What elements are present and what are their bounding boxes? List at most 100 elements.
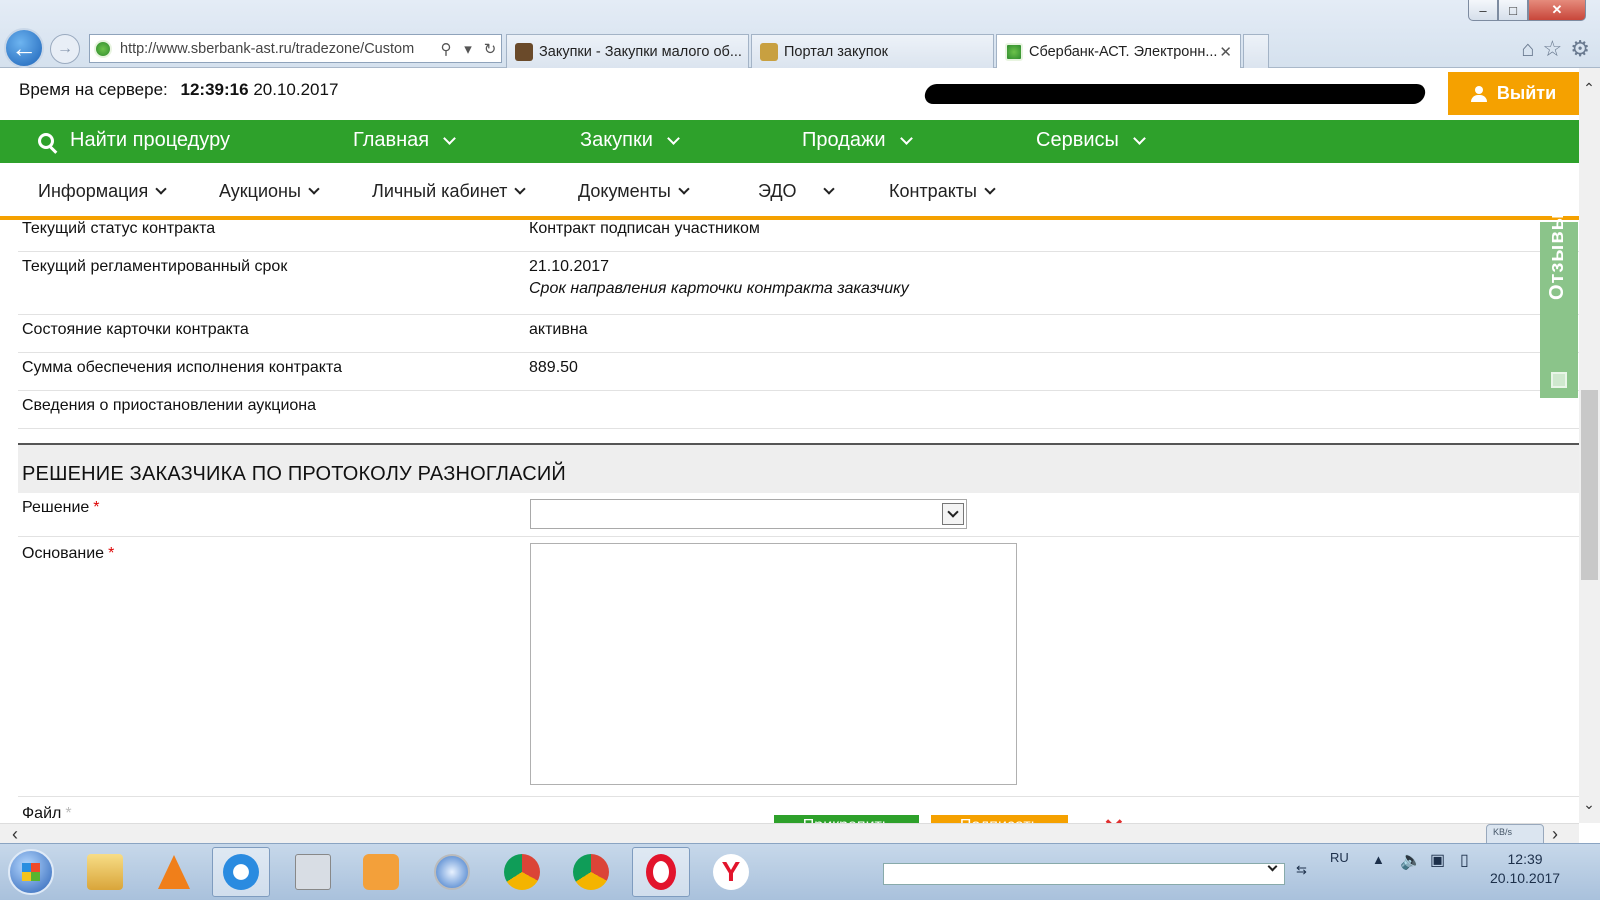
detail-value: 21.10.2017 <box>529 258 610 275</box>
forward-button[interactable]: → <box>50 34 80 64</box>
chevron-down-icon[interactable]: ⌄ <box>1582 796 1596 812</box>
maximize-button[interactable]: □ <box>1498 0 1528 21</box>
subnav-item-auctions[interactable]: Аукционы <box>219 181 320 202</box>
detail-value: активна <box>529 321 588 338</box>
swap-icon[interactable]: ⇆ <box>1296 862 1307 878</box>
browser-tab-zakupki[interactable]: Закупки - Закупки малого об... <box>506 34 749 68</box>
close-tab-icon[interactable]: ✕ <box>1219 43 1232 61</box>
back-button[interactable]: ← <box>4 28 44 68</box>
nav-item-purchases[interactable]: Закупки <box>580 129 680 152</box>
find-procedure-link[interactable]: Найти процедуру <box>38 129 230 152</box>
server-time: Время на сервере: 12:39:16 20.10.2017 <box>19 80 338 100</box>
volume-icon[interactable]: 🔈 <box>1400 850 1422 871</box>
nav-item-main[interactable]: Главная <box>353 129 456 152</box>
browser-tab-portal[interactable]: Портал закупок <box>751 34 994 68</box>
feedback-tab[interactable]: Отзывы <box>1540 212 1578 398</box>
basis-textarea[interactable] <box>530 543 1017 785</box>
settings-gear-icon[interactable]: ⚙ <box>1570 36 1590 62</box>
main-nav: Найти процедуру Главная Закупки Продажи … <box>0 120 1579 163</box>
subnav-item-account[interactable]: Личный кабинет <box>372 181 527 202</box>
logout-button[interactable]: Выйти <box>1448 72 1579 115</box>
detail-row: Состояние карточки контракта активна <box>18 315 1579 353</box>
server-time-value: 12:39:16 <box>180 80 249 99</box>
language-indicator[interactable]: RU <box>1330 850 1349 865</box>
dropdown-button[interactable] <box>942 503 964 525</box>
decision-label: Решение * <box>22 499 100 517</box>
taskbar-media-player[interactable] <box>352 847 410 897</box>
opera-icon <box>646 854 676 890</box>
subnav-label: Документы <box>578 181 671 201</box>
file-label: Файл * <box>22 805 72 823</box>
windows-taskbar: Y ⇆ RU ▲ 🔈 ▣ ▯ 12:39 20.10.2017 <box>0 843 1600 900</box>
chevron-down-icon <box>667 131 680 145</box>
taskbar-explorer[interactable] <box>76 847 134 897</box>
system-clock[interactable]: 12:39 20.10.2017 <box>1490 850 1560 888</box>
subnav-label: Личный кабинет <box>372 181 508 201</box>
yandex-icon: Y <box>713 854 749 890</box>
detail-row: Текущий регламентированный срок 21.10.20… <box>18 252 1579 315</box>
start-button[interactable] <box>8 849 54 895</box>
chrome-icon <box>573 854 609 890</box>
dropdown-arrow-icon[interactable]: ▾ <box>457 40 479 58</box>
taskbar-chrome-1[interactable] <box>493 847 551 897</box>
browser-tab-sberbank-ast[interactable]: Сбербанк-АСТ. Электронн... ✕ <box>996 34 1241 68</box>
tab-label: Портал закупок <box>784 43 888 60</box>
server-date-value: 20.10.2017 <box>253 80 339 99</box>
power-icon[interactable]: ▯ <box>1460 850 1469 870</box>
taskbar-yandex[interactable]: Y <box>702 847 760 897</box>
sign-button[interactable]: Подписать <box>931 815 1068 823</box>
vlc-cone-icon <box>158 855 190 889</box>
chevron-left-icon[interactable]: ‹ <box>12 824 18 845</box>
decision-section-header: РЕШЕНИЕ ЗАКАЗЧИКА ПО ПРОТОКОЛУ РАЗНОГЛАС… <box>18 443 1579 493</box>
taskbar-internet-explorer[interactable] <box>212 847 270 897</box>
attach-button[interactable]: Прикрепить <box>774 815 919 823</box>
close-window-button[interactable]: ✕ <box>1528 0 1586 21</box>
address-url[interactable]: http://www.sberbank-ast.ru/tradezone/Cus… <box>120 41 435 57</box>
subnav-item-contracts[interactable]: Контракты <box>889 181 996 202</box>
nav-item-sales[interactable]: Продажи <box>802 129 913 152</box>
calculator-icon <box>295 854 331 890</box>
new-tab-button[interactable] <box>1243 34 1269 68</box>
feedback-label: Отзывы <box>1546 212 1568 300</box>
nav-item-services[interactable]: Сервисы <box>1036 129 1146 152</box>
favorites-star-icon[interactable]: ☆ <box>1543 36 1563 62</box>
taskbar-chrome-2[interactable] <box>562 847 620 897</box>
field-label: Решение <box>22 499 90 516</box>
detail-value: 889.50 <box>529 359 578 376</box>
subnav-item-info[interactable]: Информация <box>38 181 167 202</box>
chevron-right-icon[interactable]: › <box>1552 824 1558 845</box>
vertical-scrollbar[interactable]: ⌃ ⌄ <box>1579 68 1600 823</box>
address-bar[interactable]: http://www.sberbank-ast.ru/tradezone/Cus… <box>89 34 502 63</box>
subnav-item-documents[interactable]: Документы <box>578 181 690 202</box>
chevron-up-icon[interactable]: ⌃ <box>1582 80 1596 96</box>
folder-icon <box>87 854 123 890</box>
horizontal-scrollbar[interactable]: ‹ KB/s › <box>0 823 1579 850</box>
chevron-down-icon <box>822 183 835 195</box>
taskbar-vlc[interactable] <box>145 847 203 897</box>
show-hidden-icons-icon[interactable]: ▲ <box>1372 852 1385 867</box>
subnav-label: ЭДО <box>758 181 797 201</box>
chevron-down-icon <box>155 183 167 195</box>
search-icon[interactable]: ⚲ <box>435 40 457 58</box>
chevron-down-icon <box>1133 131 1146 145</box>
taskbar-safari[interactable] <box>423 847 481 897</box>
subnav-item-edo[interactable]: ЭДО <box>758 181 835 202</box>
network-icon[interactable]: ▣ <box>1430 850 1445 870</box>
chrome-icon <box>504 854 540 890</box>
taskbar-opera[interactable] <box>632 847 690 897</box>
decision-select[interactable] <box>530 499 967 529</box>
minimize-button[interactable]: – <box>1468 0 1498 21</box>
detail-label: Сведения о приостановлении аукциона <box>22 397 317 414</box>
scroll-thumb[interactable] <box>1581 390 1598 580</box>
basis-label: Основание * <box>22 545 114 563</box>
nav-label: Главная <box>353 129 430 151</box>
taskbar-address-input[interactable] <box>883 861 1285 885</box>
field-label: Файл <box>22 805 62 822</box>
taskbar-calculator[interactable] <box>284 847 342 897</box>
site-favicon-icon <box>1005 42 1023 61</box>
detail-label: Сумма обеспечения исполнения контракта <box>22 359 343 376</box>
logout-label: Выйти <box>1496 83 1557 103</box>
home-icon[interactable]: ⌂ <box>1521 36 1534 62</box>
remove-file-icon[interactable]: ✕ <box>1103 813 1125 823</box>
refresh-icon[interactable]: ↻ <box>479 40 501 58</box>
